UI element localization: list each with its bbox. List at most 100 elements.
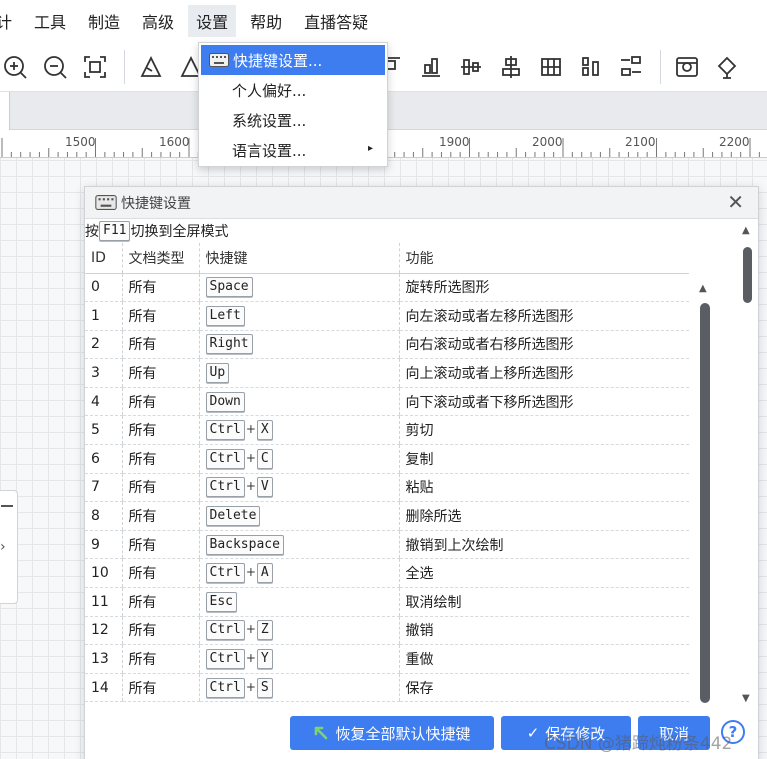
ruler-label: 2100	[625, 135, 656, 149]
table-row[interactable]: 9 所有 Backspace 撤销到上次绘制	[85, 530, 689, 560]
row-shortcut[interactable]: Space	[198, 273, 399, 303]
key-cap: S	[256, 677, 273, 698]
zoom-out-icon[interactable]	[42, 54, 68, 80]
align-vcenter-icon[interactable]	[458, 54, 484, 80]
row-shortcut[interactable]: Ctrl + V	[198, 473, 399, 503]
menu-manufacture[interactable]: 制造	[88, 9, 120, 33]
reset-defaults-button[interactable]: 恢复全部默认快捷键	[290, 716, 494, 750]
distribute-icon[interactable]	[578, 54, 604, 80]
table-row[interactable]: 10 所有 Ctrl + A 全选	[85, 558, 689, 589]
grid-icon[interactable]	[538, 54, 564, 80]
row-shortcut[interactable]: Ctrl + Z	[198, 616, 399, 646]
table-row[interactable]: 3 所有 Up 向上滚动或者上移所选图形	[85, 358, 689, 388]
shortcut-settings-dialog: 快捷键设置 ✕ 按 F11 切换到全屏模式 ID 文档类型 快捷键 功能 0 所有…	[84, 186, 759, 759]
menu-settings[interactable]: 设置	[188, 5, 237, 37]
plus-sign: +	[245, 479, 256, 494]
fit-screen-icon[interactable]	[82, 54, 108, 80]
table-row[interactable]: 1 所有 Left 向左滚动或者左移所选图形	[85, 301, 689, 331]
scroll-up-icon[interactable]: ▲	[699, 283, 707, 294]
row-shortcut[interactable]: Up	[198, 358, 399, 388]
row-shortcut[interactable]: Ctrl + A	[198, 558, 399, 589]
scroll-up-icon[interactable]: ▲	[742, 225, 750, 236]
key-cap: X	[256, 420, 273, 441]
row-shortcut[interactable]: Down	[198, 387, 399, 417]
column-header-doc-type[interactable]: 文档类型	[121, 243, 199, 274]
menu-item-system-settings[interactable]: 系统设置...	[199, 105, 387, 135]
row-shortcut[interactable]: Ctrl + Y	[198, 644, 399, 674]
paint-icon[interactable]	[714, 54, 740, 80]
row-function: 取消绘制	[398, 587, 689, 617]
shortcut-table: ID 文档类型 快捷键 功能 0 所有 Space 旋转所选图形 1 所有 Left 向左滚动…	[85, 243, 689, 703]
row-shortcut[interactable]: Right	[198, 330, 399, 360]
row-shortcut[interactable]: Ctrl + C	[198, 444, 399, 474]
menu-advanced[interactable]: 高级	[142, 9, 174, 33]
menu-item-preferences[interactable]: 个人偏好...	[199, 75, 387, 105]
table-row[interactable]: 2 所有 Right 向右滚动或者右移所选图形	[85, 330, 689, 360]
plus-sign: +	[245, 450, 256, 465]
key-cap: Ctrl	[205, 420, 245, 441]
distribute-alt-icon[interactable]	[618, 54, 644, 80]
table-row[interactable]: 14 所有 Ctrl + S 保存	[85, 673, 689, 703]
plus-sign: +	[245, 651, 256, 666]
table-row[interactable]: 5 所有 Ctrl + X 剪切	[85, 415, 689, 446]
column-header-shortcut[interactable]: 快捷键	[198, 243, 399, 274]
chevron-right-icon[interactable]: ›	[0, 539, 6, 555]
table-row[interactable]: 0 所有 Space 旋转所选图形	[85, 273, 689, 303]
keyboard-icon	[209, 53, 229, 67]
row-function: 全选	[398, 558, 689, 589]
menu-help[interactable]: 帮助	[250, 9, 282, 33]
close-icon[interactable]: ✕	[727, 192, 744, 212]
table-row[interactable]: 4 所有 Down 向下滚动或者下移所选图形	[85, 387, 689, 417]
row-doc-type: 所有	[121, 673, 199, 703]
table-row[interactable]: 8 所有 Delete 删除所选	[85, 501, 689, 531]
scrollbar-thumb[interactable]	[743, 247, 752, 303]
table-row[interactable]: 6 所有 Ctrl + C 复制	[85, 444, 689, 474]
document-tab[interactable]	[0, 92, 10, 130]
hint-text: 切换到全屏模式	[130, 224, 229, 240]
row-function: 撤销到上次绘制	[398, 530, 689, 560]
menu-tools[interactable]: 工具	[34, 9, 66, 33]
scroll-down-icon[interactable]: ▼	[742, 693, 750, 704]
row-shortcut[interactable]: Ctrl + X	[198, 415, 399, 446]
row-doc-type: 所有	[121, 616, 199, 646]
key-cap: Y	[256, 649, 273, 670]
key-cap: Backspace	[205, 534, 284, 555]
column-header-function[interactable]: 功能	[398, 243, 689, 274]
side-panel: ›	[0, 490, 18, 604]
row-id: 4	[85, 387, 122, 417]
row-doc-type: 所有	[121, 415, 199, 446]
transform-icon[interactable]	[138, 54, 164, 80]
key-cap: Ctrl	[205, 563, 245, 584]
row-shortcut[interactable]: Ctrl + S	[198, 673, 399, 703]
scrollbar-thumb[interactable]	[700, 303, 710, 703]
table-scrollbar[interactable]: ▲	[697, 281, 711, 711]
align-bottom-icon[interactable]	[418, 54, 444, 80]
key-cap: Down	[205, 391, 245, 412]
menu-item-shortcut-settings[interactable]: 快捷键设置...	[201, 45, 385, 75]
dialog-scrollbar[interactable]: ▲ ▼	[739, 223, 755, 704]
row-function: 保存	[398, 673, 689, 703]
zoom-in-icon[interactable]	[2, 54, 28, 80]
table-row[interactable]: 7 所有 Ctrl + V 粘贴	[85, 473, 689, 503]
row-shortcut[interactable]: Delete	[198, 501, 399, 531]
dialog-titlebar[interactable]: 快捷键设置	[85, 187, 758, 219]
table-row[interactable]: 11 所有 Esc 取消绘制	[85, 587, 689, 617]
menu-live-qa[interactable]: 直播答疑	[304, 9, 368, 33]
row-doc-type: 所有	[121, 501, 199, 531]
menu-design[interactable]: 计	[0, 9, 12, 33]
shortcut-table-container: ID 文档类型 快捷键 功能 0 所有 Space 旋转所选图形 1 所有 Left 向左滚动…	[85, 243, 689, 708]
row-shortcut[interactable]: Left	[198, 301, 399, 331]
image-icon[interactable]	[674, 54, 700, 80]
column-header-id[interactable]: ID	[85, 243, 122, 274]
row-function: 向上滚动或者上移所选图形	[398, 358, 689, 388]
minimize-icon[interactable]	[1, 505, 13, 507]
row-shortcut[interactable]: Esc	[198, 587, 399, 617]
row-shortcut[interactable]: Backspace	[198, 530, 399, 560]
key-cap: Ctrl	[205, 620, 245, 641]
table-row[interactable]: 13 所有 Ctrl + Y 重做	[85, 644, 689, 674]
table-row[interactable]: 12 所有 Ctrl + Z 撤销	[85, 616, 689, 646]
menu-item-language-settings[interactable]: 语言设置... ▸	[199, 135, 387, 165]
menu-item-label: 快捷键设置...	[233, 51, 323, 70]
align-hcenter-icon[interactable]	[498, 54, 524, 80]
row-function: 撤销	[398, 616, 689, 646]
